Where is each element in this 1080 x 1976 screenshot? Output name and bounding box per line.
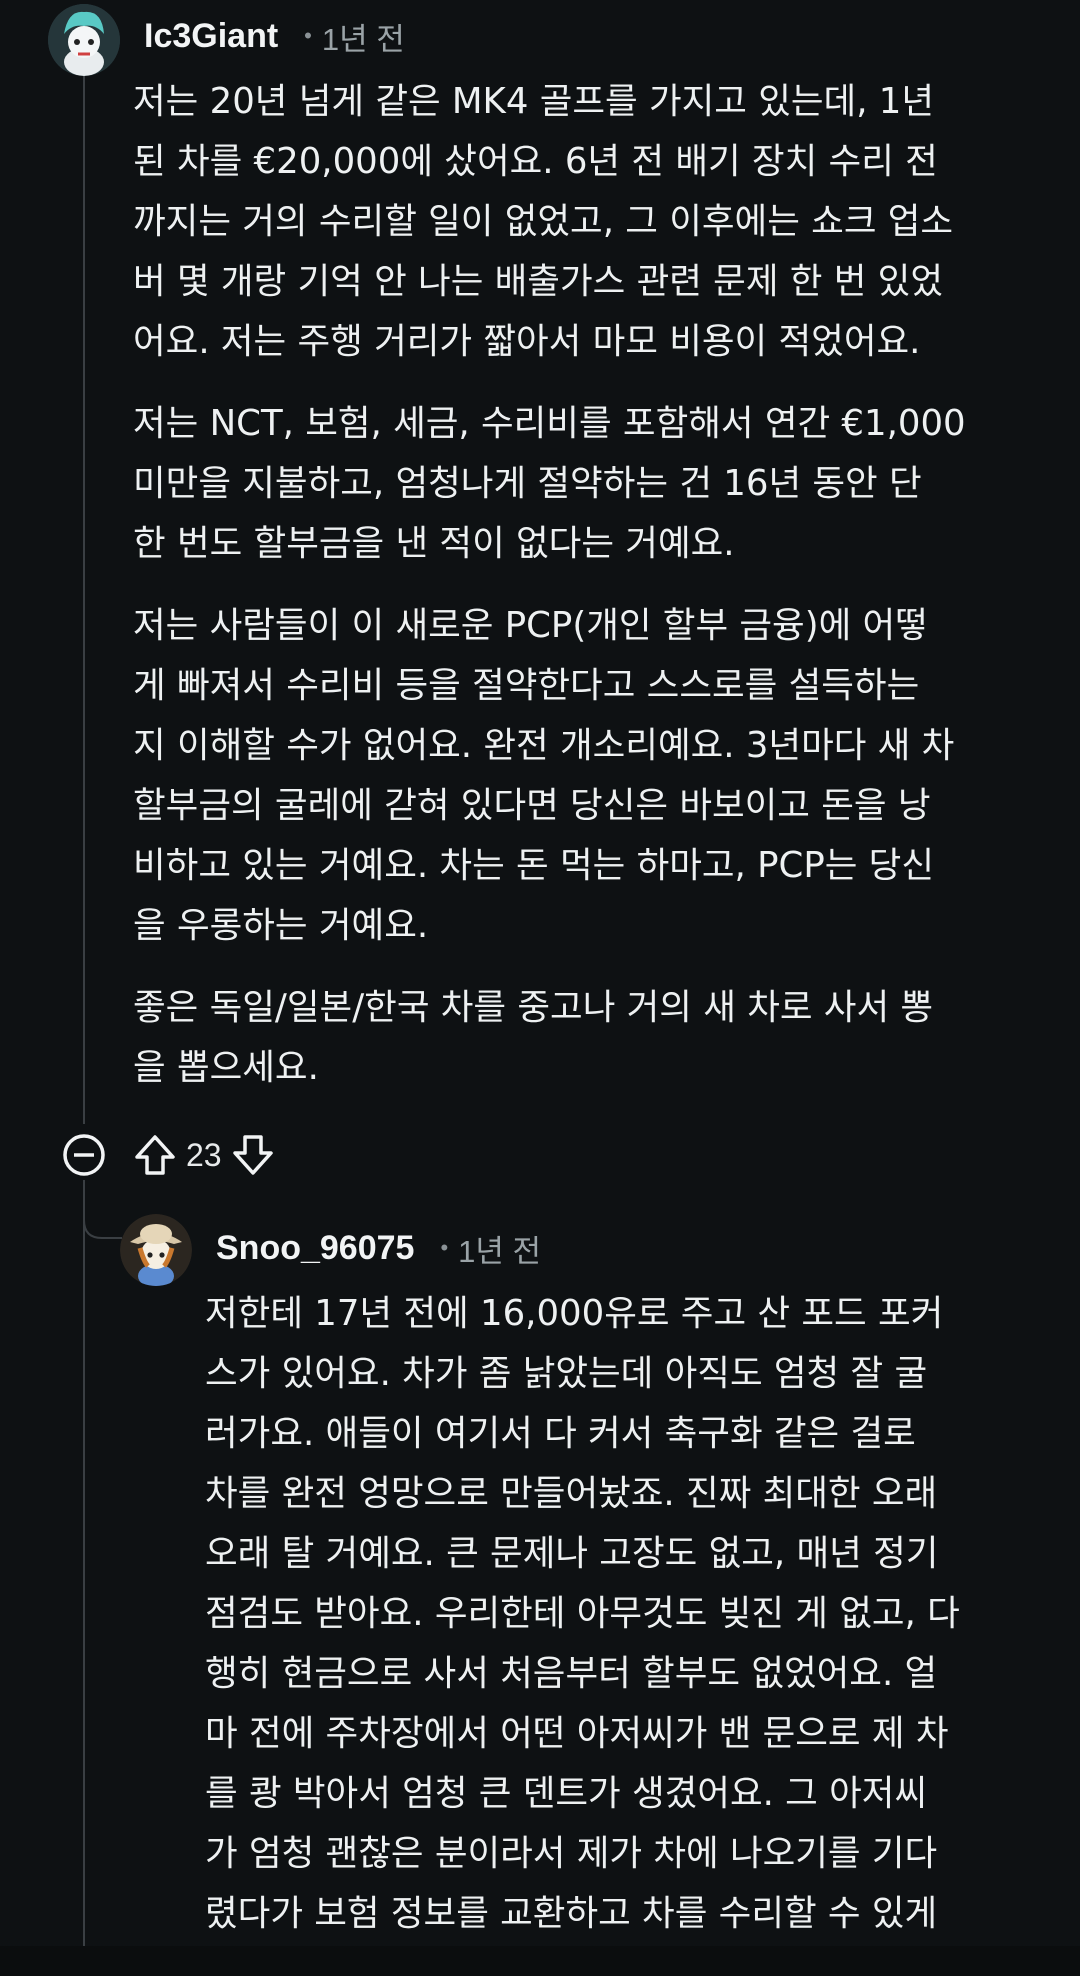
text-line: 한 번도 할부금을 낸 적이 없다는 거예요. xyxy=(133,523,735,564)
text-line: 미만을 지불하고, 엄청나게 절약하는 건 16년 동안 단 xyxy=(133,463,922,504)
text-line: 을 뽑으세요. xyxy=(133,1047,319,1088)
text-line: 러가요. 애들이 여기서 다 커서 축구화 같은 걸로 xyxy=(205,1413,916,1454)
vote-count: 23 xyxy=(186,1136,222,1173)
paragraph: 저는 사람들이 이 새로운 PCP(개인 할부 금융)에 어떻 게 빠져서 수리… xyxy=(133,596,966,956)
avatar[interactable] xyxy=(48,4,120,76)
text-line: 까지는 거의 수리할 일이 없었고, 그 이후에는 쇼크 업소 xyxy=(133,201,954,242)
thread-branch-curve xyxy=(83,1180,122,1239)
text-line: 지 이해할 수가 없어요. 완전 개소리예요. 3년마다 새 차 xyxy=(133,725,955,766)
author-name[interactable]: Snoo_96075 xyxy=(216,1229,414,1268)
author-name[interactable]: Ic3Giant xyxy=(144,17,278,56)
text-line: 어요. 저는 주행 거리가 짧아서 마모 비용이 적었어요. xyxy=(133,321,921,362)
text-line: 행히 현금으로 사서 처음부터 할부도 없었어요. 얼 xyxy=(205,1653,938,1694)
thread-line xyxy=(83,1196,85,1952)
text-line: 저는 사람들이 이 새로운 PCP(개인 할부 금융)에 어떻 xyxy=(133,605,928,646)
text-line: 차를 완전 엉망으로 만들어놨죠. 진짜 최대한 오래 xyxy=(205,1473,938,1514)
text-line: 게 빠져서 수리비 등을 절약한다고 스스로를 설득하는 xyxy=(133,665,920,706)
text-line: 된 차를 €20,000에 샀어요. 6년 전 배기 장치 수리 전 xyxy=(133,141,938,182)
comment-actions: 23 xyxy=(60,1128,278,1182)
comment-meta: Ic3Giant • 1년 전 xyxy=(144,14,405,58)
text-line: 저는 NCT, 보험, 세금, 수리비를 포함해서 연간 €1,000 xyxy=(133,403,966,444)
meta-separator: • xyxy=(304,23,312,48)
text-line: 을 우롱하는 거예요. xyxy=(133,905,429,946)
comment-body: 저는 20년 넘게 같은 MK4 골프를 가지고 있는데, 1년 된 차를 €2… xyxy=(133,72,966,1098)
text-line: 오래 탈 거예요. 큰 문제나 고장도 없고, 매년 정기 xyxy=(205,1533,939,1574)
text-line: 저는 20년 넘게 같은 MK4 골프를 가지고 있는데, 1년 xyxy=(133,81,935,122)
collapse-icon[interactable] xyxy=(60,1131,108,1179)
text-line: 할부금의 굴레에 갇혀 있다면 당신은 바보이고 돈을 낭 xyxy=(133,785,931,826)
avatar[interactable] xyxy=(120,1214,192,1286)
comment-age: 1년 전 xyxy=(321,21,405,57)
text-line: 스가 있어요. 차가 좀 낡았는데 아직도 엄청 잘 굴 xyxy=(205,1353,928,1394)
meta-separator: • xyxy=(440,1235,449,1260)
paragraph: 저한테 17년 전에 16,000유로 주고 산 포드 포커 스가 있어요. 차… xyxy=(205,1284,960,1944)
text-line: 점검도 받아요. 우리한테 아무것도 빚진 게 없고, 다 xyxy=(205,1593,960,1634)
text-line: 마 전에 주차장에서 어떤 아저씨가 밴 문으로 제 차 xyxy=(205,1713,949,1754)
text-line: 비하고 있는 거예요. 차는 돈 먹는 하마고, PCP는 당신 xyxy=(133,845,934,886)
text-line: 버 몇 개랑 기억 안 나는 배출가스 관련 문제 한 번 있었 xyxy=(133,261,943,302)
bottom-bar xyxy=(0,1946,1080,1976)
comment-body: 저한테 17년 전에 16,000유로 주고 산 포드 포커 스가 있어요. 차… xyxy=(205,1284,960,1944)
text-line: 를 쾅 박아서 엄청 큰 덴트가 생겼어요. 그 아저씨 xyxy=(205,1773,928,1814)
paragraph: 저는 NCT, 보험, 세금, 수리비를 포함해서 연간 €1,000 미만을 … xyxy=(133,394,966,574)
thread-line xyxy=(83,72,85,1124)
paragraph: 좋은 독일/일본/한국 차를 중고나 거의 새 차로 사서 뽕 을 뽑으세요. xyxy=(133,978,966,1098)
upvote-icon[interactable] xyxy=(130,1130,180,1180)
text-line: 저한테 17년 전에 16,000유로 주고 산 포드 포커 xyxy=(205,1293,944,1334)
text-line: 가 엄청 괜찮은 분이라서 제가 차에 나오기를 기다 xyxy=(205,1833,938,1874)
downvote-icon[interactable] xyxy=(228,1130,278,1180)
paragraph: 저는 20년 넘게 같은 MK4 골프를 가지고 있는데, 1년 된 차를 €2… xyxy=(133,72,966,372)
text-line: 좋은 독일/일본/한국 차를 중고나 거의 새 차로 사서 뽕 xyxy=(133,987,934,1028)
comment-age: 1년 전 xyxy=(458,1233,542,1269)
comment-meta: Snoo_96075 • 1년 전 xyxy=(216,1226,541,1270)
text-line: 렸다가 보험 정보를 교환하고 차를 수리할 수 있게 xyxy=(205,1893,938,1934)
